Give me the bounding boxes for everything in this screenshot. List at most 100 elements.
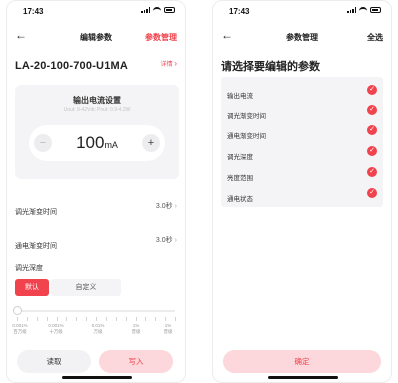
check-circle-icon[interactable]: ✓	[367, 85, 377, 95]
slider-tick	[105, 317, 107, 321]
signal-icon	[141, 7, 150, 13]
check-circle-icon[interactable]: ✓	[367, 105, 377, 115]
dimming-depth-segment: 默认 自定义	[15, 279, 121, 296]
dimming-depth-label: 调光深度	[15, 265, 43, 272]
slider-label: 0.001% 十万级	[45, 323, 67, 335]
product-name: LA-20-100-700-U1MA	[15, 60, 129, 72]
slider-tick	[175, 317, 176, 321]
param-manage-screen: 17:43 ← 参数管理 全选 请选择要编辑的参数 输出电流 ✓ 调光渐变时间 ✓ …	[212, 0, 392, 383]
param-item[interactable]: 亮度范围 ✓	[227, 167, 377, 182]
slider-tick	[86, 317, 88, 321]
param-manage-button[interactable]: 参数管理	[145, 32, 177, 43]
confirm-button[interactable]: 确定	[223, 350, 381, 373]
plus-icon[interactable]: +	[142, 134, 160, 152]
slider-tick	[96, 317, 97, 321]
slider-tick	[115, 317, 117, 321]
slider-label: 0.01% 万级	[87, 323, 109, 335]
page-title: 参数管理	[286, 33, 318, 42]
setting-value: 3.0秒 ›	[156, 235, 177, 245]
param-label: 通电状态	[227, 196, 253, 203]
read-button[interactable]: 读取	[17, 350, 91, 373]
check-circle-icon[interactable]: ✓	[367, 188, 377, 198]
slider-tick	[155, 317, 157, 321]
check-circle-icon[interactable]: ✓	[367, 125, 377, 135]
power-fade-time-row[interactable]: 通电渐变时间 3.0秒 ›	[15, 235, 177, 250]
slider-label-desc: 百万级	[13, 329, 27, 334]
select-all-button[interactable]: 全选	[367, 32, 383, 43]
status-time: 17:43	[23, 7, 44, 16]
slider-tick	[125, 317, 127, 321]
segment-default[interactable]: 默认	[15, 279, 49, 296]
slider-labels: 0.001% 百万级 0.001% 十万级 0.01% 万级 1% 普级 1% 普级	[7, 323, 185, 337]
slider-label-desc: 普级	[163, 329, 173, 334]
param-item[interactable]: 通电渐变时间 ✓	[227, 125, 377, 140]
current-stepper: − 100mA +	[29, 125, 165, 161]
edit-params-screen: 17:43 ← 编辑参数 参数管理 LA-20-100-700-U1MA 详情 …	[6, 0, 186, 383]
wifi-icon	[153, 7, 161, 13]
write-button[interactable]: 写入	[99, 350, 173, 373]
setting-label: 调光渐变时间	[15, 209, 57, 216]
slider-tick	[145, 317, 147, 321]
status-icons	[347, 7, 381, 13]
slider-label: 1% 普级	[125, 323, 147, 335]
battery-icon	[164, 7, 175, 13]
nav-bar: ← 参数管理 全选	[213, 27, 391, 47]
output-current-card: 输出电流设置 Uout: 9-42Vdc Pout: 0.9-4.2W − 10…	[15, 85, 179, 179]
slider-label: 1% 普级	[157, 323, 179, 335]
setting-value: 3.0秒 ›	[156, 201, 177, 211]
home-indicator	[62, 376, 132, 379]
segment-custom[interactable]: 自定义	[51, 279, 121, 296]
signal-icon	[347, 7, 356, 13]
param-label: 输出电流	[227, 93, 253, 100]
param-label: 通电渐变时间	[227, 133, 266, 140]
param-item[interactable]: 调光渐变时间 ✓	[227, 105, 377, 120]
param-list: 输出电流 ✓ 调光渐变时间 ✓ 通电渐变时间 ✓ 调光深度 ✓ 亮度范围 ✓ 通电状态 ✓	[221, 77, 383, 207]
wifi-icon	[359, 7, 367, 13]
select-title: 请选择要编辑的参数	[221, 61, 320, 73]
status-bar: 17:43	[213, 1, 391, 23]
dimming-slider-thumb[interactable]	[13, 306, 22, 315]
slider-tick	[165, 317, 167, 321]
home-indicator	[268, 376, 338, 379]
chevron-right-icon: ›	[174, 237, 177, 244]
slider-tick	[17, 317, 18, 321]
slider-tick	[56, 317, 58, 321]
slider-label: 0.001% 百万级	[9, 323, 31, 335]
battery-icon	[370, 7, 381, 13]
param-item[interactable]: 调光深度 ✓	[227, 146, 377, 161]
dim-fade-time-row[interactable]: 调光渐变时间 3.0秒 ›	[15, 201, 177, 216]
param-label: 调光深度	[227, 154, 253, 161]
chevron-right-icon: ›	[174, 203, 177, 210]
product-row: LA-20-100-700-U1MA 详情 ›	[15, 56, 177, 72]
card-title: 输出电流设置	[73, 96, 121, 105]
param-label: 调光渐变时间	[227, 113, 266, 120]
slider-label-desc: 万级	[93, 329, 103, 334]
check-circle-icon[interactable]: ✓	[367, 167, 377, 177]
slider-tick	[135, 317, 137, 321]
status-time: 17:43	[229, 7, 250, 16]
slider-tick	[66, 317, 68, 321]
slider-tick	[26, 317, 28, 321]
slider-label-desc: 十万级	[49, 329, 63, 334]
current-unit: mA	[104, 140, 118, 150]
chevron-right-icon: ›	[174, 59, 177, 68]
status-bar: 17:43	[7, 1, 185, 23]
setting-label: 通电渐变时间	[15, 243, 57, 250]
slider-tick	[46, 317, 48, 321]
status-icons	[141, 7, 175, 13]
dimming-slider-track[interactable]	[17, 310, 175, 312]
slider-label-desc: 普级	[131, 329, 141, 334]
param-label: 亮度范围	[227, 175, 253, 182]
slider-tick	[36, 317, 38, 321]
param-item[interactable]: 输出电流 ✓	[227, 85, 377, 100]
detail-link-label: 详情	[160, 62, 173, 68]
param-item[interactable]: 通电状态 ✓	[227, 188, 377, 203]
nav-bar: ← 编辑参数 参数管理	[7, 27, 185, 47]
check-circle-icon[interactable]: ✓	[367, 146, 377, 156]
slider-tick	[76, 317, 78, 321]
current-number: 100	[76, 133, 105, 152]
setting-value-text: 3.0秒	[155, 237, 173, 244]
setting-value-text: 3.0秒	[155, 203, 173, 210]
slider-ticks	[17, 317, 176, 321]
detail-link[interactable]: 详情 ›	[161, 59, 177, 68]
